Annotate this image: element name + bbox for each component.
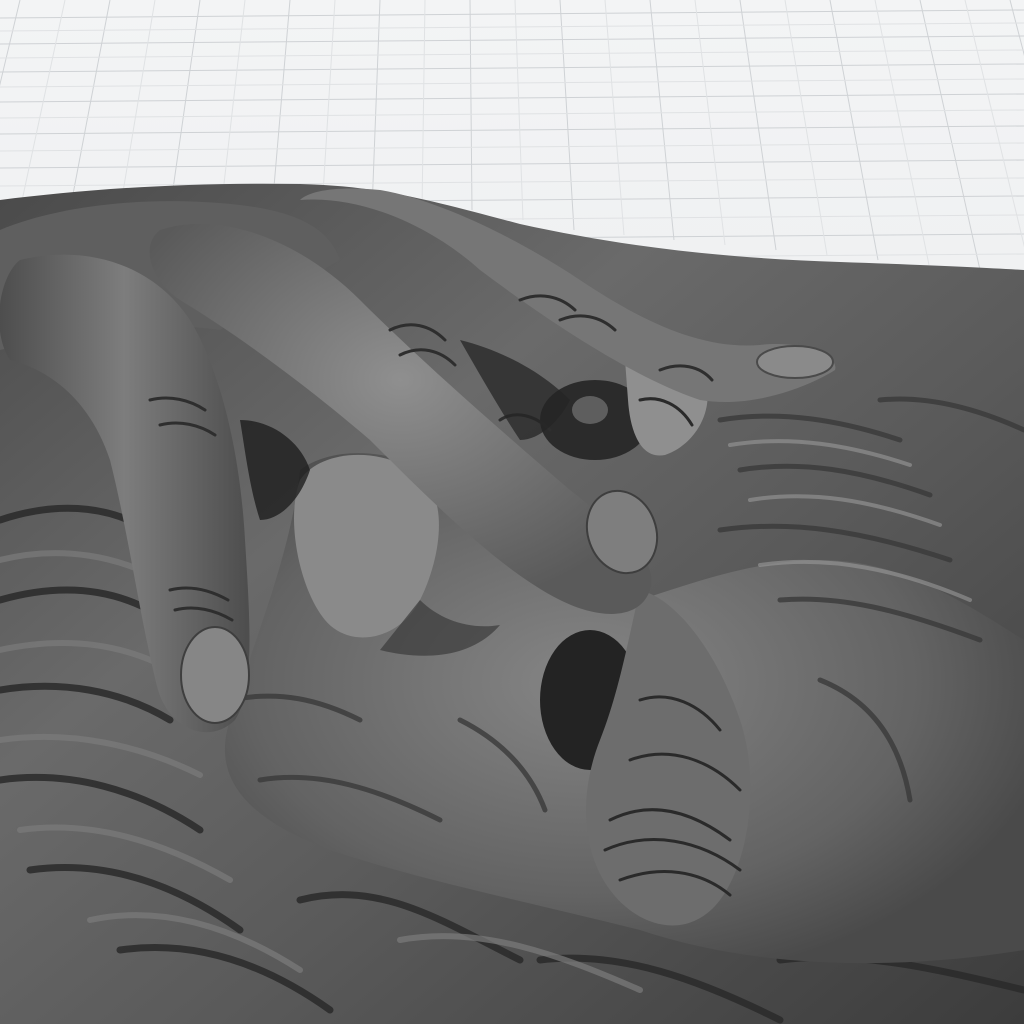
3d-viewport[interactable]	[0, 0, 1024, 1024]
fingernail-ring	[180, 626, 250, 724]
sculpture-mesh[interactable]	[0, 183, 1024, 1024]
fingernail-index	[756, 345, 834, 379]
viewport-canvas[interactable]	[0, 0, 1024, 1024]
eye-ball-upper[interactable]	[572, 396, 608, 424]
